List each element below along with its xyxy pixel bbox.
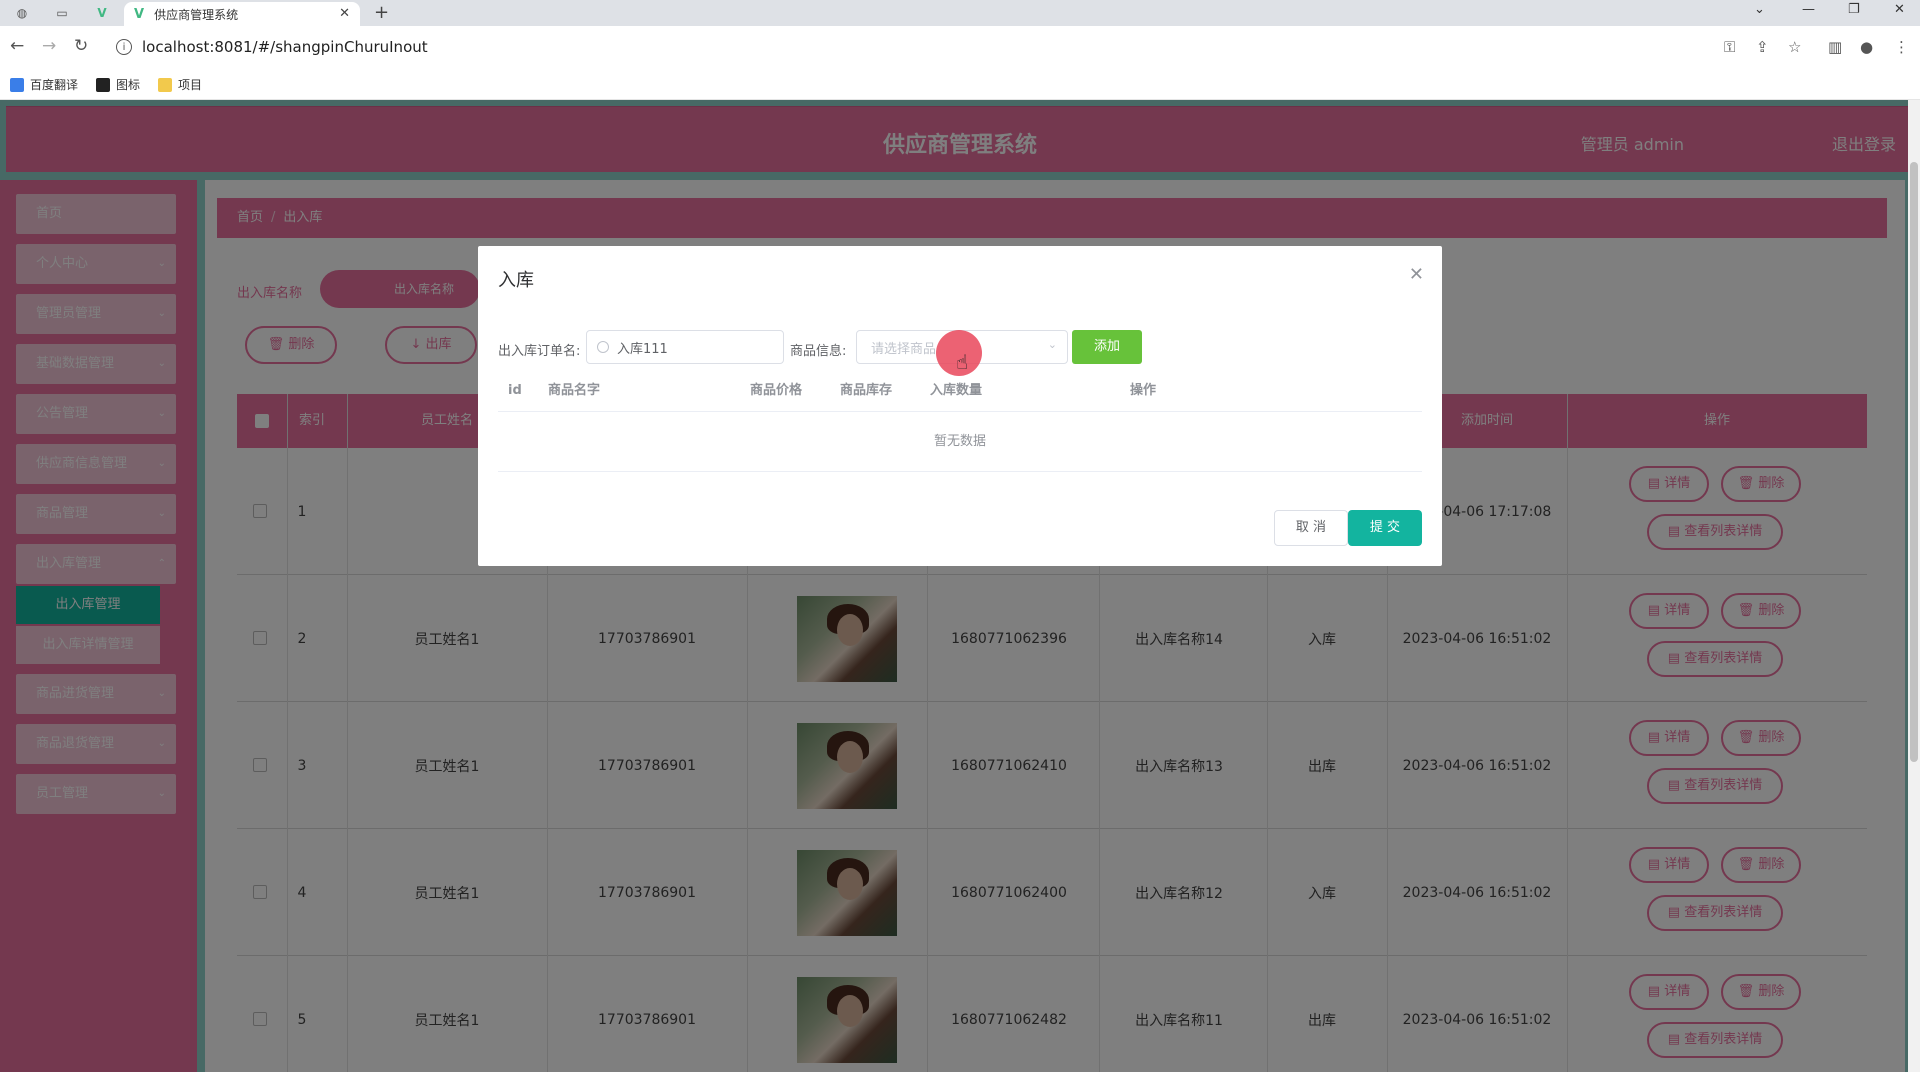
goods-table-header: id 商品名字 商品价格 商品库存 入库数量 操作 <box>498 372 1422 412</box>
search-icon <box>597 341 609 353</box>
image-icon <box>96 77 111 92</box>
scrollbar-thumb[interactable] <box>1910 162 1918 762</box>
share-icon[interactable]: ⇪ <box>1756 38 1769 56</box>
bookmark-icons[interactable]: 图标 <box>96 76 140 93</box>
goods-table: id 商品名字 商品价格 商品库存 入库数量 操作 暂无数据 <box>498 372 1422 472</box>
goods-select-placeholder: 请选择商品 <box>871 341 937 357</box>
chevron-down-icon: ⌄ <box>1047 338 1057 351</box>
submit-button[interactable]: 提 交 <box>1348 510 1422 546</box>
vue-logo-icon: V <box>134 6 145 22</box>
active-tab[interactable]: V 供应商管理系统 ✕ <box>124 2 360 26</box>
blank-tab-icon[interactable]: ▭ <box>50 3 74 23</box>
back-icon[interactable]: ← <box>10 36 24 56</box>
tab-close-icon[interactable]: ✕ <box>339 6 350 21</box>
reload-icon[interactable]: ↻ <box>74 36 88 56</box>
order-name-label: 出入库订单名: <box>498 344 581 359</box>
bookmark-translate[interactable]: 百度翻译 <box>10 76 78 93</box>
restore-icon[interactable]: ❐ <box>1848 2 1860 17</box>
add-goods-button[interactable]: 添加 <box>1072 330 1142 364</box>
info-icon[interactable]: i <box>116 39 132 55</box>
translate-icon <box>10 77 24 92</box>
cancel-button[interactable]: 取 消 <box>1274 510 1348 546</box>
url-text: localhost:8081/#/shangpinChuruInout <box>142 38 428 56</box>
bookmarks-bar: 百度翻译 图标 项目 <box>0 70 1920 100</box>
star-icon[interactable]: ☆ <box>1788 38 1801 56</box>
order-name-value: 入库111 <box>617 341 668 357</box>
col-name: 商品名字 <box>548 383 601 398</box>
globe-icon[interactable]: ◍ <box>10 3 34 23</box>
stock-in-dialog: 入库 ✕ 出入库订单名: 入库111 商品信息: 请选择商品 ⌄ ☝ 添加 id… <box>478 246 1442 566</box>
browser-tabbar: ◍ ▭ V V 供应商管理系统 ✕ + ⌄ — ❐ ✕ <box>0 0 1920 26</box>
col-ops: 操作 <box>1130 383 1157 398</box>
folder-icon <box>158 77 173 92</box>
minimize-icon[interactable]: — <box>1802 2 1815 17</box>
goods-info-label: 商品信息: <box>790 344 847 359</box>
key-icon[interactable]: ⚿ <box>1724 38 1735 56</box>
forward-icon[interactable]: → <box>42 36 56 56</box>
new-tab-button[interactable]: + <box>374 2 389 23</box>
chevron-down-icon[interactable]: ⌄ <box>1754 2 1765 17</box>
page-scrollbar[interactable] <box>1908 100 1920 1072</box>
profile-icon[interactable]: ● <box>1860 38 1873 56</box>
col-price: 商品价格 <box>750 383 803 398</box>
col-qty: 入库数量 <box>930 383 983 398</box>
tab-title: 供应商管理系统 <box>154 7 239 22</box>
col-stock: 商品库存 <box>840 383 893 398</box>
vue-tab-icon[interactable]: V <box>90 3 114 23</box>
bookmark-project[interactable]: 项目 <box>158 76 202 93</box>
order-name-input[interactable]: 入库111 <box>586 330 784 364</box>
hand-cursor-icon: ☝ <box>956 350 969 374</box>
dialog-title: 入库 <box>498 270 534 291</box>
col-id: id <box>508 383 522 398</box>
address-bar: ← → ↻ i localhost:8081/#/shangpinChuruIn… <box>0 26 1920 70</box>
window-close-icon[interactable]: ✕ <box>1894 2 1905 17</box>
url-field[interactable]: i localhost:8081/#/shangpinChuruInout <box>108 32 1708 62</box>
dialog-close-icon[interactable]: ✕ <box>1409 264 1424 285</box>
side-panel-icon[interactable]: ▥ <box>1828 38 1842 56</box>
empty-text: 暂无数据 <box>498 412 1422 472</box>
menu-icon[interactable]: ⋮ <box>1894 38 1909 56</box>
